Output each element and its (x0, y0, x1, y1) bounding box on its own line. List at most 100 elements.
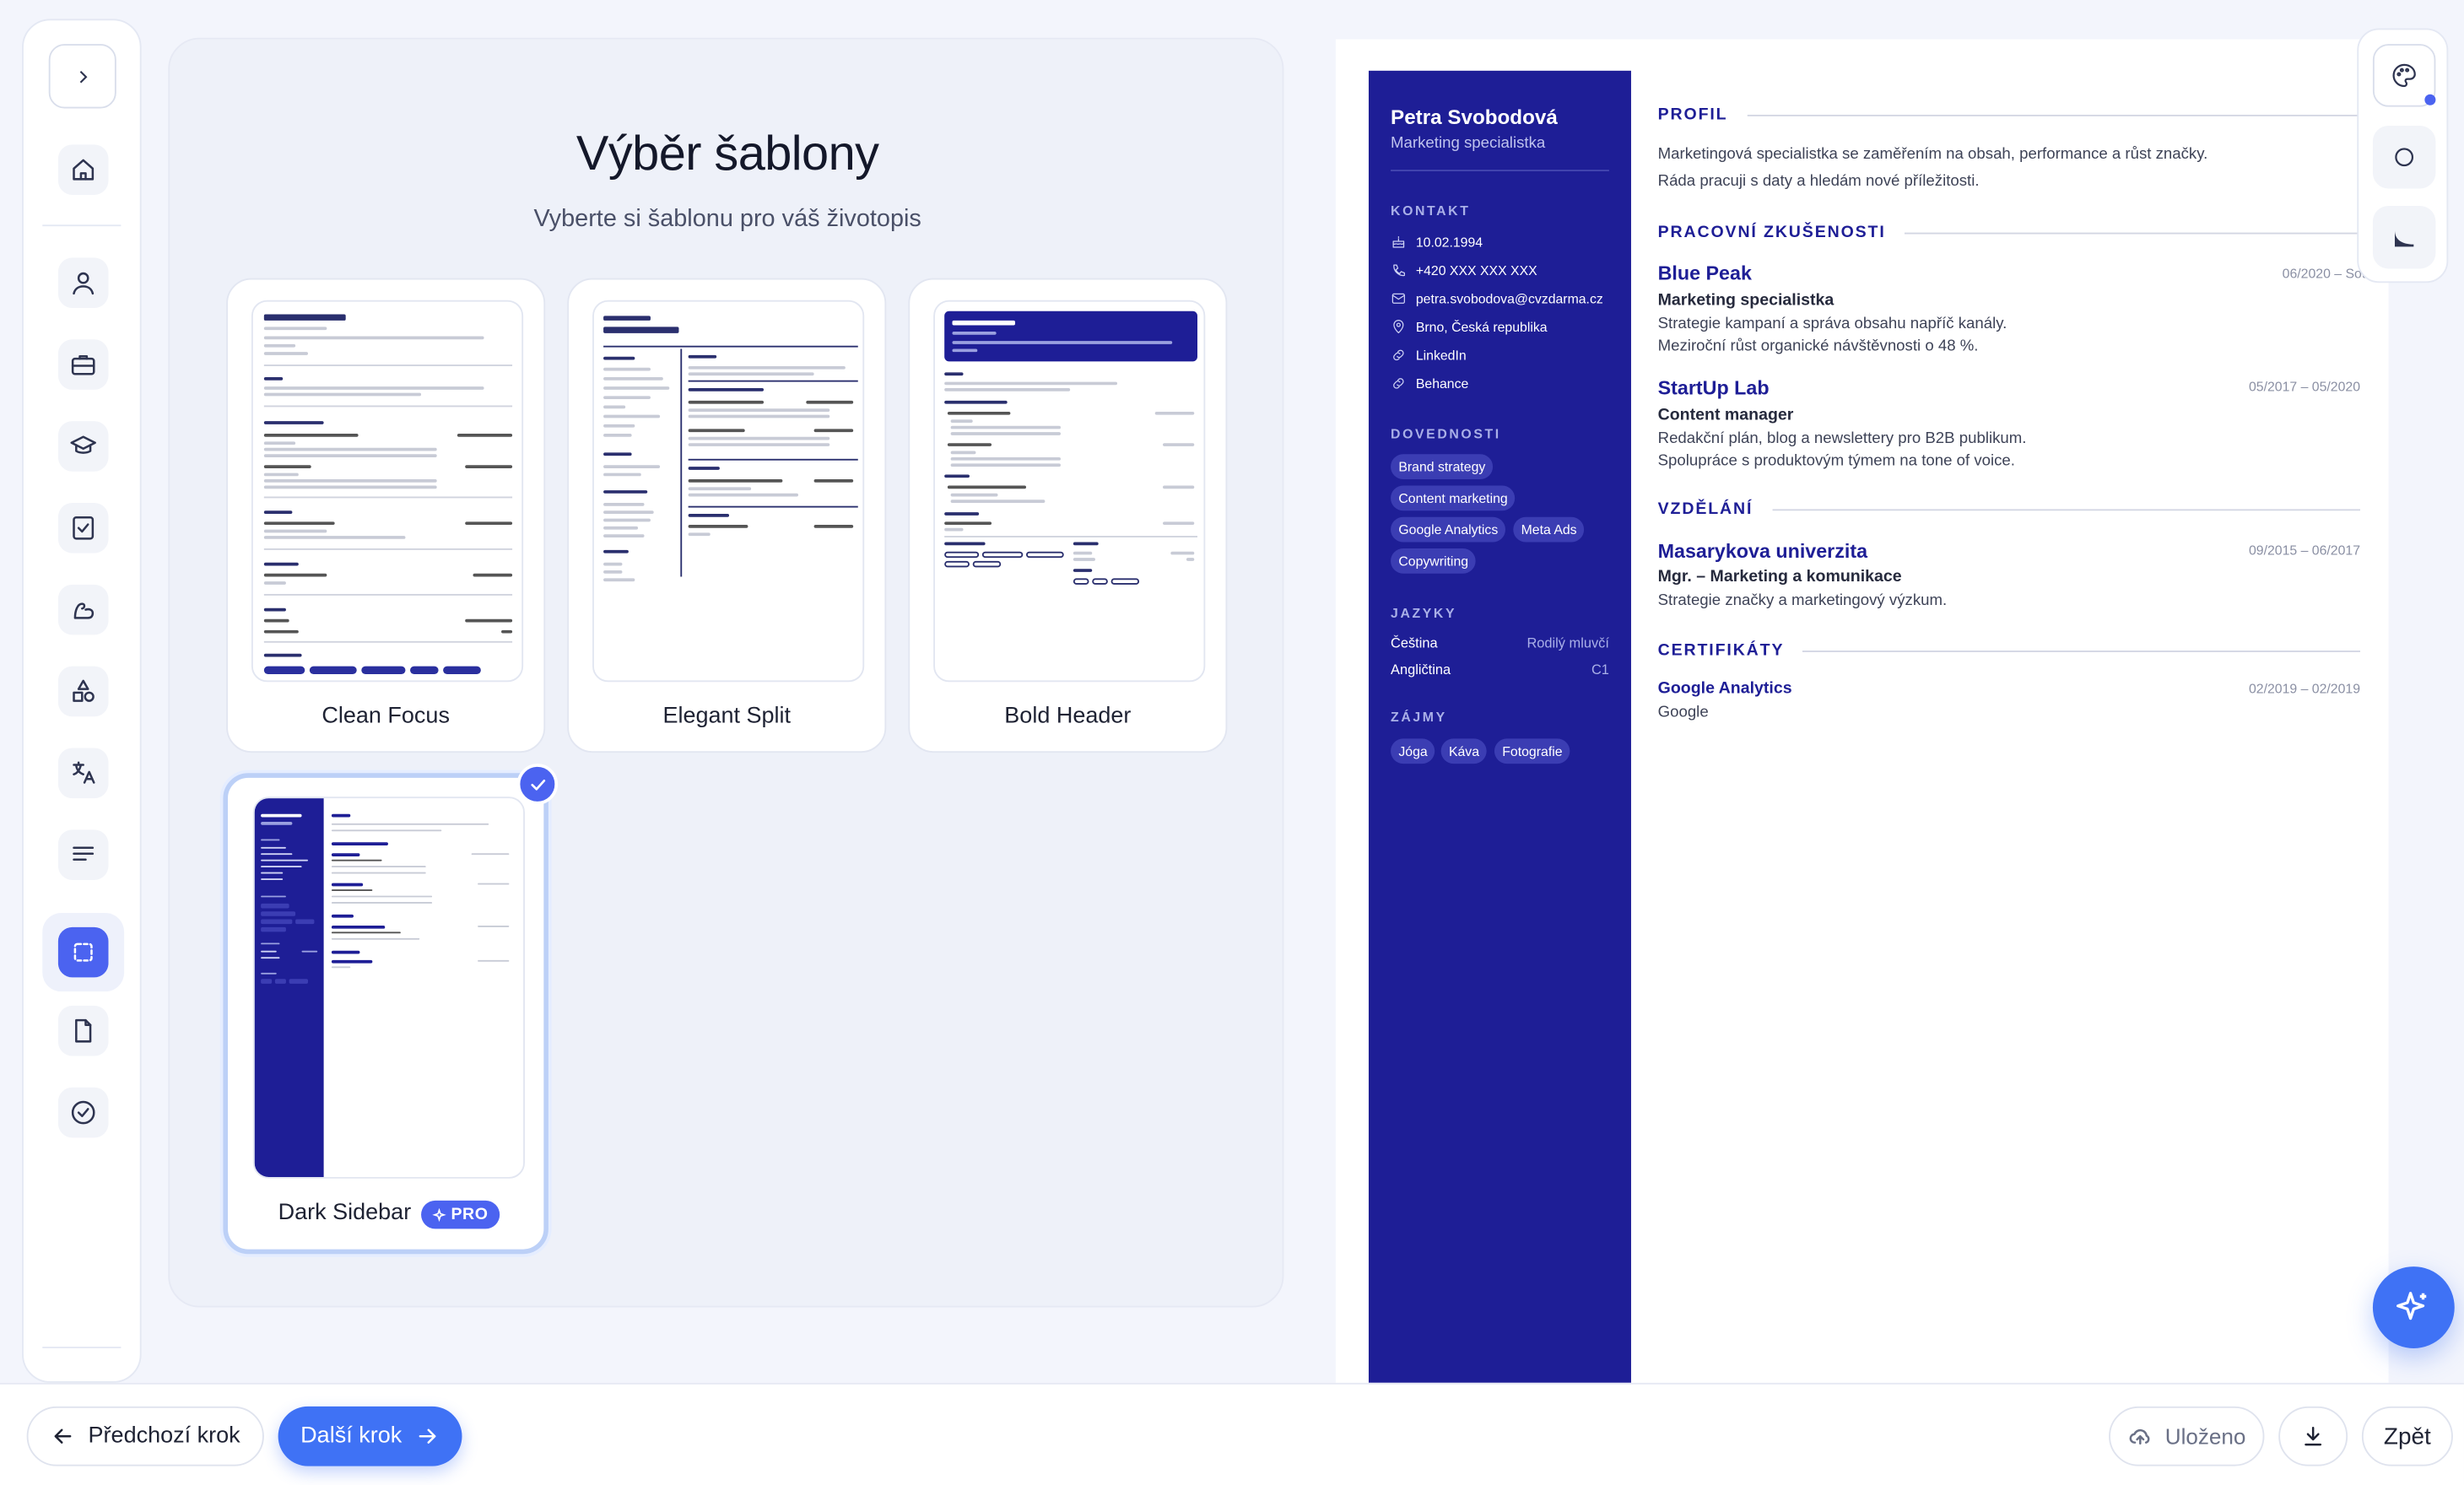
thumb-line (952, 320, 1015, 326)
thumb-line (261, 872, 284, 874)
rail-template-button[interactable] (57, 926, 109, 978)
contact-location: Brno, Česká republika (1391, 319, 1548, 335)
thumb-line (688, 436, 830, 440)
download-button[interactable] (2278, 1406, 2348, 1466)
thumb-line (1073, 558, 1095, 560)
skill-tag: Brand strategy (1391, 454, 1494, 480)
template-card-elegant-split[interactable]: Elegant Split (567, 278, 887, 753)
expand-rail-button[interactable] (48, 44, 116, 109)
thumb-line (261, 895, 286, 898)
thumb-pill (944, 560, 970, 568)
corner-shape-icon (2394, 230, 2414, 247)
thumb-line (478, 883, 510, 885)
thumb-line (603, 316, 651, 321)
thumb-line (331, 902, 433, 904)
template-select-icon (73, 942, 93, 962)
profile-line: Marketingová specialistka se zaměřením n… (1657, 146, 2208, 164)
translate-icon (73, 761, 95, 784)
resume-sidebar-divider (1391, 170, 1609, 172)
template-thumbnail-bold-header (933, 300, 1206, 683)
arrow-right-icon (419, 1428, 435, 1444)
thumb-line (261, 950, 277, 953)
thumb-line (263, 485, 437, 489)
spacing-button[interactable] (2372, 205, 2436, 269)
saved-status-button[interactable]: Uloženo (2109, 1406, 2265, 1466)
link-icon (1393, 378, 1404, 389)
left-rail (22, 19, 142, 1383)
rail-languages-button[interactable] (57, 748, 109, 799)
thumb-line (688, 429, 745, 433)
thumb-line (603, 518, 651, 521)
experience-line: Spolupráce s produktovým týmem na tone o… (1657, 452, 2015, 470)
rail-skills-button[interactable] (57, 584, 109, 635)
thumb-line (331, 932, 401, 934)
thumb-line (263, 562, 299, 566)
thumb-line (263, 479, 437, 482)
certificates-heading: CERTIFIKÁTY (1658, 641, 2360, 660)
rail-finish-button[interactable] (57, 1087, 109, 1138)
thumb-line (952, 331, 997, 334)
thumb-line (944, 542, 986, 546)
thumb-line (603, 376, 663, 380)
rail-experience-button[interactable] (57, 339, 109, 390)
contact-birthdate-text: 10.02.1994 (1415, 234, 1483, 251)
thumb-line (688, 467, 720, 470)
skill-tag: Meta Ads (1513, 516, 1585, 543)
thumb-line (950, 425, 1061, 429)
next-step-button[interactable]: Další krok (278, 1406, 462, 1466)
certificate-date: 02/2019 – 02/2019 (2248, 680, 2361, 697)
thumb-line (263, 392, 422, 396)
profile-heading-text: PROFIL (1657, 105, 1728, 125)
back-button[interactable]: Zpět (2361, 1406, 2453, 1466)
rail-home-button[interactable] (57, 144, 109, 195)
template-card-dark-sidebar[interactable]: Dark Sidebar PRO (223, 764, 559, 1255)
rail-education-button[interactable] (57, 421, 109, 472)
education-heading: VZDĚLÁNÍ (1658, 500, 2360, 518)
thumb-pill (274, 979, 286, 984)
resume-preview: Petra Svobodová Marketing specialistka K… (1335, 39, 2389, 1383)
template-thumbnail-clean-focus: ​ (251, 300, 524, 683)
font-style-button[interactable] (2372, 125, 2436, 189)
thumb-line (603, 510, 654, 514)
rail-personal-button[interactable] (57, 257, 109, 309)
thumb-line (263, 581, 286, 584)
previous-step-button[interactable]: Předchozí krok (26, 1406, 264, 1466)
thumb-line (331, 859, 382, 861)
template-panel: Výběr šablony Vyberte si šablonu pro váš… (168, 37, 1284, 1308)
thumb-line (944, 527, 964, 531)
cake-icon (1392, 235, 1405, 248)
skill-tag: Copywriting (1391, 548, 1477, 574)
rail-interests-button[interactable] (57, 666, 109, 717)
thumb-line (603, 434, 632, 436)
thumb-line (263, 434, 359, 437)
rail-document-button[interactable] (57, 1005, 109, 1056)
graduation-cap-icon (70, 435, 96, 454)
rail-divider-bottom (42, 1347, 122, 1348)
thumb-pill (944, 551, 980, 559)
chevron-right-icon (78, 70, 87, 83)
experience-heading: PRACOVNÍ ZKUŠENOSTI (1658, 223, 2360, 241)
next-step-label: Další krok (300, 1423, 403, 1450)
shapes-icon (73, 679, 95, 702)
thumb-line (261, 878, 284, 881)
thumb-line (501, 629, 513, 634)
rail-certificates-button[interactable] (57, 502, 109, 554)
rail-summary-button[interactable] (57, 829, 109, 880)
thumb-line (944, 400, 1008, 404)
interest-tag: Jóga (1391, 738, 1436, 764)
thumb-rule (603, 345, 858, 348)
ai-assistant-button[interactable] (2372, 1266, 2455, 1348)
thumb-line (331, 966, 351, 969)
thumb-line (261, 866, 302, 868)
template-card-bold-header[interactable]: Bold Header (908, 278, 1228, 753)
thumb-pill (295, 919, 315, 925)
template-card-clean-focus[interactable]: ​ (226, 278, 546, 753)
download-icon (2305, 1427, 2322, 1446)
thumb-line (688, 443, 830, 446)
location-pin-icon (1393, 320, 1404, 333)
contact-phone: +420 XXX XXX XXX (1391, 262, 1537, 278)
bottom-bar: Předchozí krok Další krok Uloženo Zpět (0, 1382, 2464, 1485)
contact-phone-text: +420 XXX XXX XXX (1415, 262, 1537, 278)
thumb-line (950, 432, 1061, 435)
phone-icon (1393, 264, 1405, 277)
